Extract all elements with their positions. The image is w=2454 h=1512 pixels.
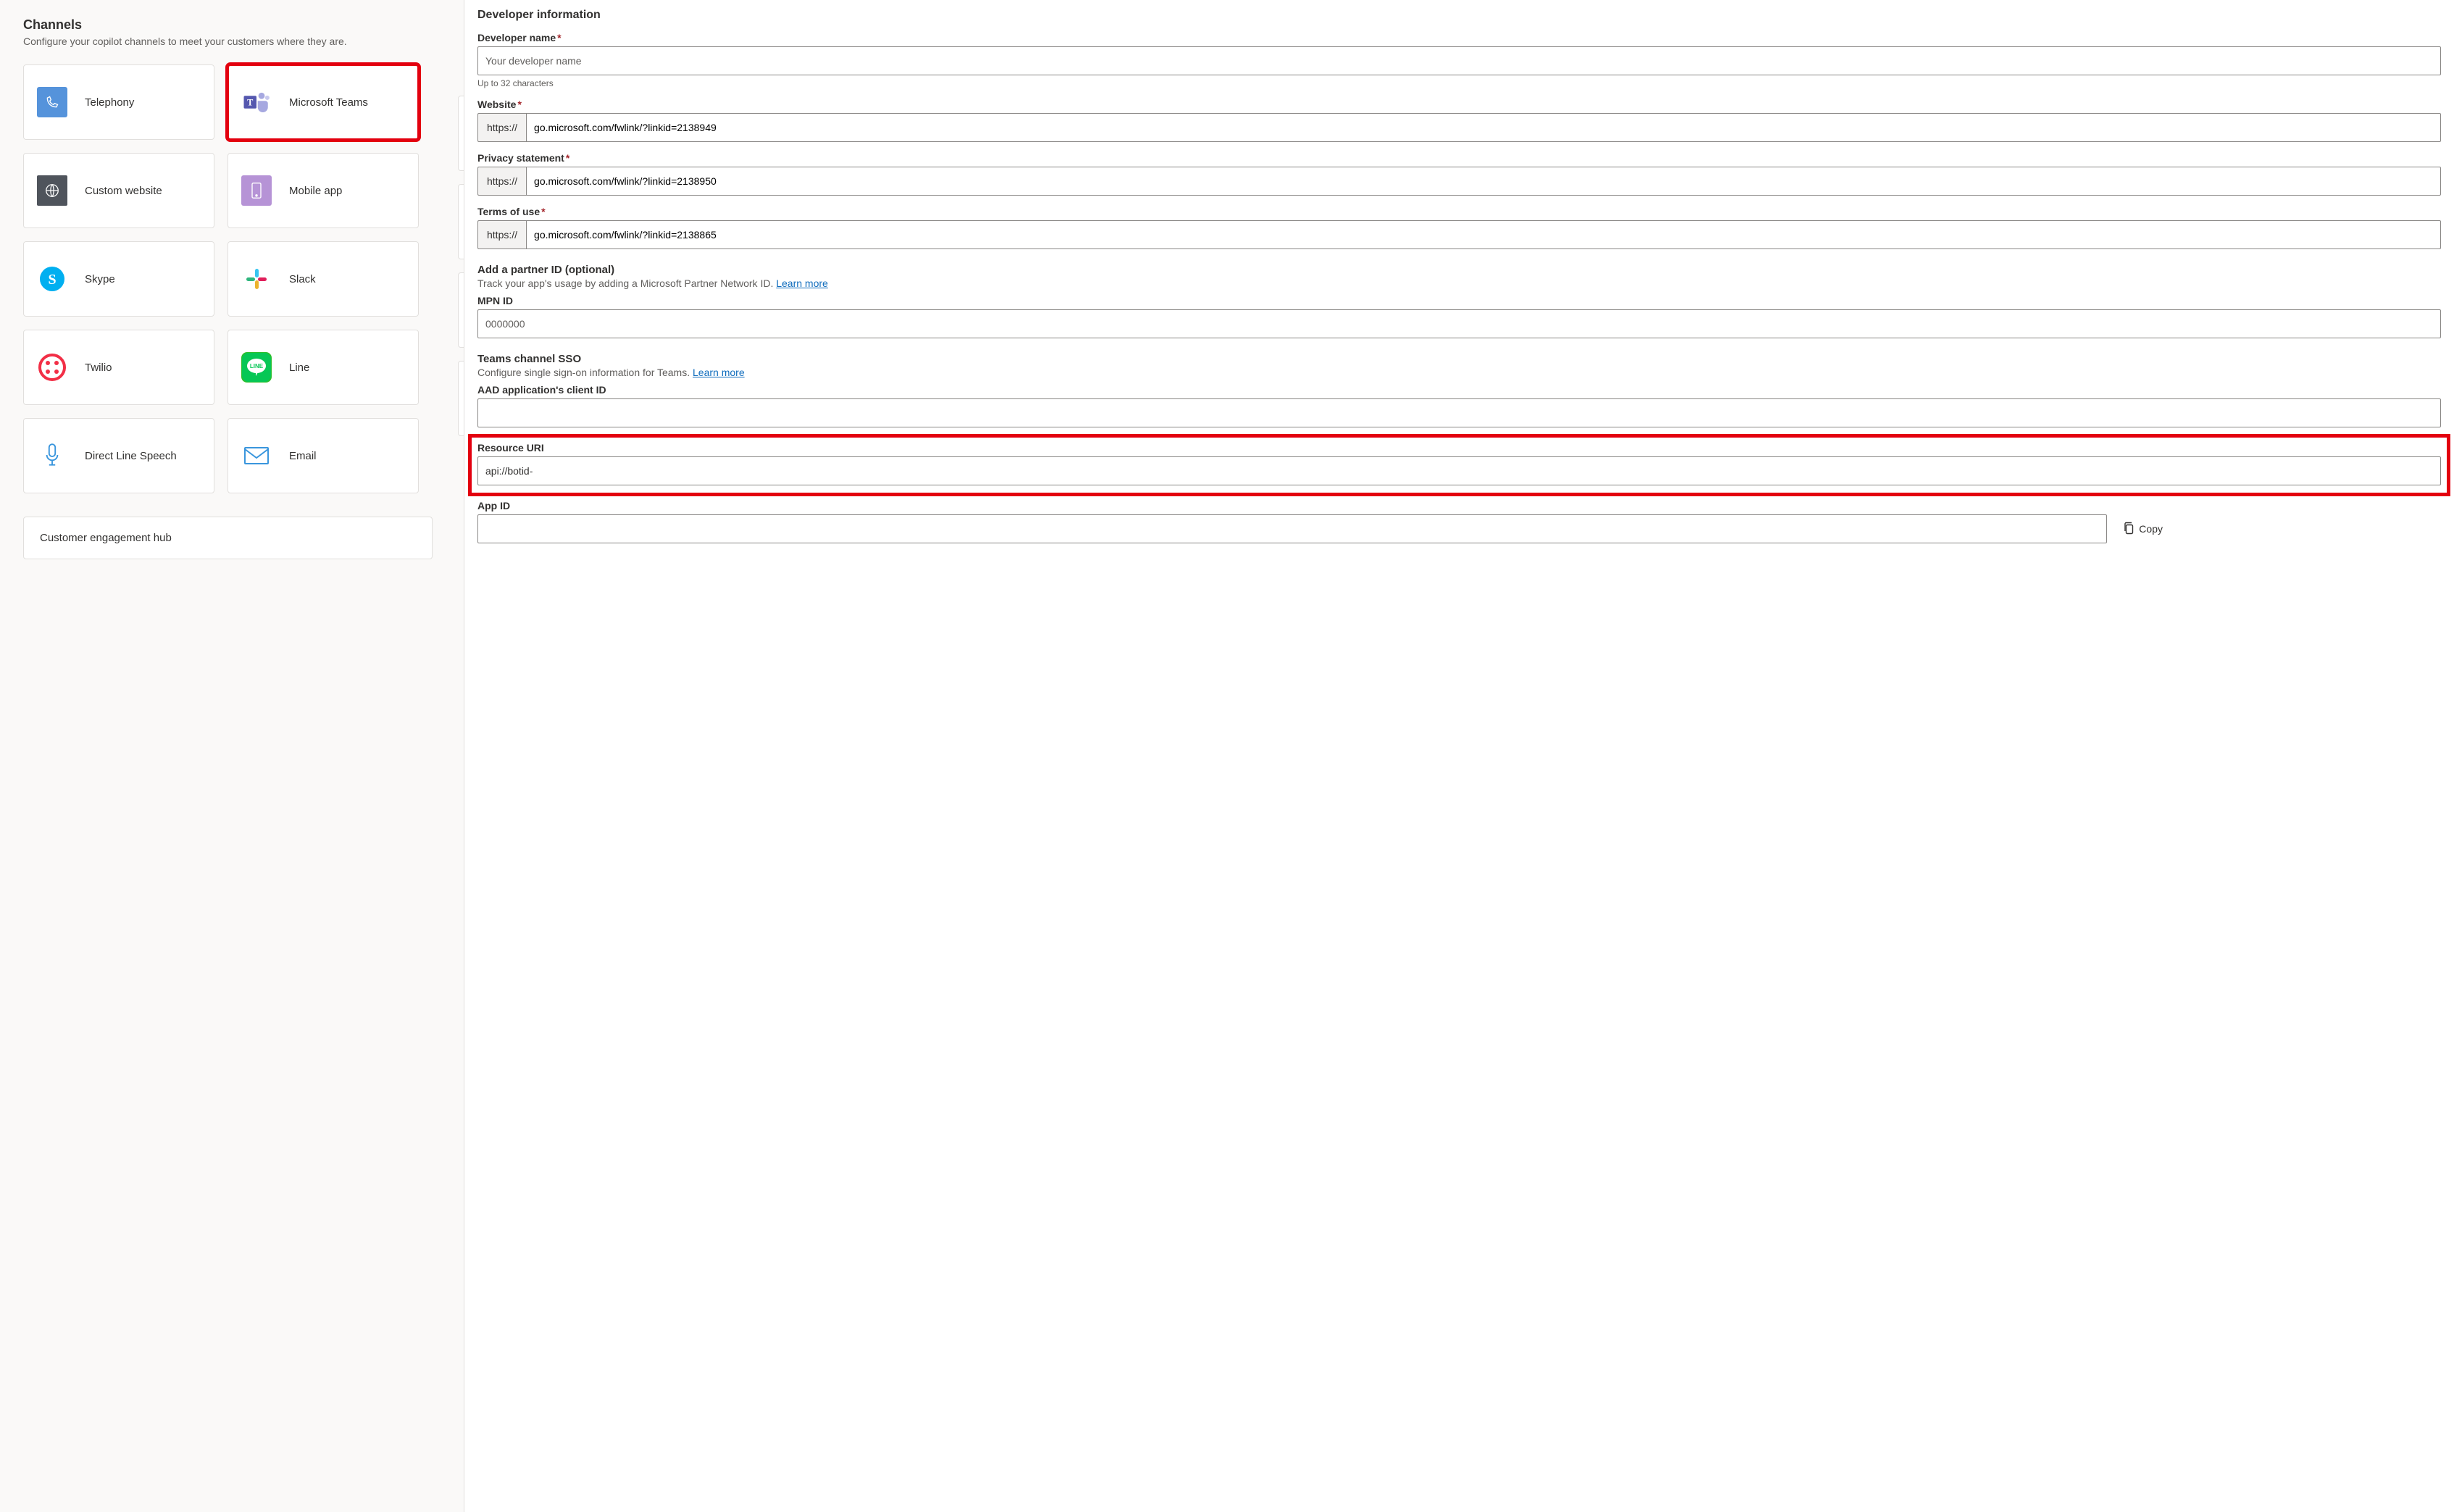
channel-card-partial[interactable] <box>458 361 464 436</box>
line-icon: LINE <box>241 352 272 383</box>
channel-card-partial[interactable] <box>458 96 464 171</box>
resource-uri-highlight: Resource URI <box>472 438 2447 493</box>
developer-name-label: Developer name* <box>477 32 2441 43</box>
privacy-input[interactable] <box>526 167 2441 196</box>
channel-card-custom-website[interactable]: Custom website <box>23 153 214 228</box>
channel-label: Telephony <box>85 96 134 109</box>
channel-label: Direct Line Speech <box>85 450 177 462</box>
copy-label: Copy <box>2139 523 2163 535</box>
phone-icon <box>37 87 67 117</box>
svg-text:T: T <box>247 97 253 107</box>
channel-label: Twilio <box>85 362 112 374</box>
channel-card-skype[interactable]: S Skype <box>23 241 214 317</box>
channel-card-partial[interactable] <box>458 272 464 348</box>
developer-info-panel: Developer information Developer name* Up… <box>464 0 2454 1512</box>
channel-label: Email <box>289 450 317 462</box>
developer-info-heading: Developer information <box>477 9 2441 22</box>
email-icon <box>241 440 272 471</box>
mpn-id-input[interactable] <box>477 309 2441 338</box>
channel-label: Microsoft Teams <box>289 96 368 109</box>
svg-text:LINE: LINE <box>250 363 264 369</box>
terms-label: Terms of use* <box>477 206 2441 217</box>
url-prefix: https:// <box>477 167 526 196</box>
sso-desc: Configure single sign-on information for… <box>477 367 2441 378</box>
developer-name-input[interactable] <box>477 46 2441 75</box>
hub-title: Customer engagement hub <box>40 532 416 544</box>
channel-label: Slack <box>289 273 316 285</box>
mpn-id-label: MPN ID <box>477 295 2441 306</box>
skype-icon: S <box>37 264 67 294</box>
terms-input[interactable] <box>526 220 2441 249</box>
twilio-icon <box>37 352 67 383</box>
channel-card-mobile-app[interactable]: Mobile app <box>228 153 419 228</box>
aad-client-id-input[interactable] <box>477 398 2441 427</box>
url-prefix: https:// <box>477 220 526 249</box>
channel-label: Skype <box>85 273 115 285</box>
privacy-label: Privacy statement* <box>477 152 2441 164</box>
channel-card-email[interactable]: Email <box>228 418 419 493</box>
developer-name-helper: Up to 32 characters <box>477 78 2441 88</box>
channel-card-partial[interactable] <box>458 184 464 259</box>
channel-card-direct-line-speech[interactable]: Direct Line Speech <box>23 418 214 493</box>
resource-uri-label: Resource URI <box>477 442 2441 454</box>
url-prefix: https:// <box>477 113 526 142</box>
channels-grid: Telephony T Microsoft Teams <box>23 64 455 493</box>
channel-label: Line <box>289 362 309 374</box>
website-input[interactable] <box>526 113 2441 142</box>
copy-button[interactable]: Copy <box>2117 517 2169 541</box>
copy-icon <box>2123 522 2134 537</box>
globe-icon <box>37 175 67 206</box>
sso-heading: Teams channel SSO <box>477 353 2441 365</box>
channels-subtitle: Configure your copilot channels to meet … <box>23 35 455 47</box>
channels-heading: Channels <box>23 17 455 33</box>
microphone-icon <box>37 440 67 471</box>
channel-card-slack[interactable]: Slack <box>228 241 419 317</box>
resource-uri-input[interactable] <box>477 456 2441 485</box>
mobile-icon <box>241 175 272 206</box>
channels-column-partial <box>458 96 464 436</box>
partner-learn-more-link[interactable]: Learn more <box>776 277 828 289</box>
channel-card-line[interactable]: LINE Line <box>228 330 419 405</box>
aad-client-id-label: AAD application's client ID <box>477 384 2441 396</box>
app-id-input[interactable] <box>477 514 2107 543</box>
slack-icon <box>241 264 272 294</box>
channel-card-twilio[interactable]: Twilio <box>23 330 214 405</box>
sso-learn-more-link[interactable]: Learn more <box>693 367 745 378</box>
channel-label: Custom website <box>85 185 162 197</box>
channel-label: Mobile app <box>289 185 342 197</box>
channel-card-telephony[interactable]: Telephony <box>23 64 214 140</box>
microsoft-teams-icon: T <box>241 87 272 117</box>
partner-id-heading: Add a partner ID (optional) <box>477 264 2441 276</box>
channel-card-microsoft-teams[interactable]: T Microsoft Teams <box>228 64 419 140</box>
website-label: Website* <box>477 99 2441 110</box>
svg-text:S: S <box>48 272 56 288</box>
customer-engagement-hub-card[interactable]: Customer engagement hub <box>23 517 433 559</box>
partner-id-desc: Track your app's usage by adding a Micro… <box>477 277 2441 289</box>
app-id-label: App ID <box>477 500 2441 511</box>
